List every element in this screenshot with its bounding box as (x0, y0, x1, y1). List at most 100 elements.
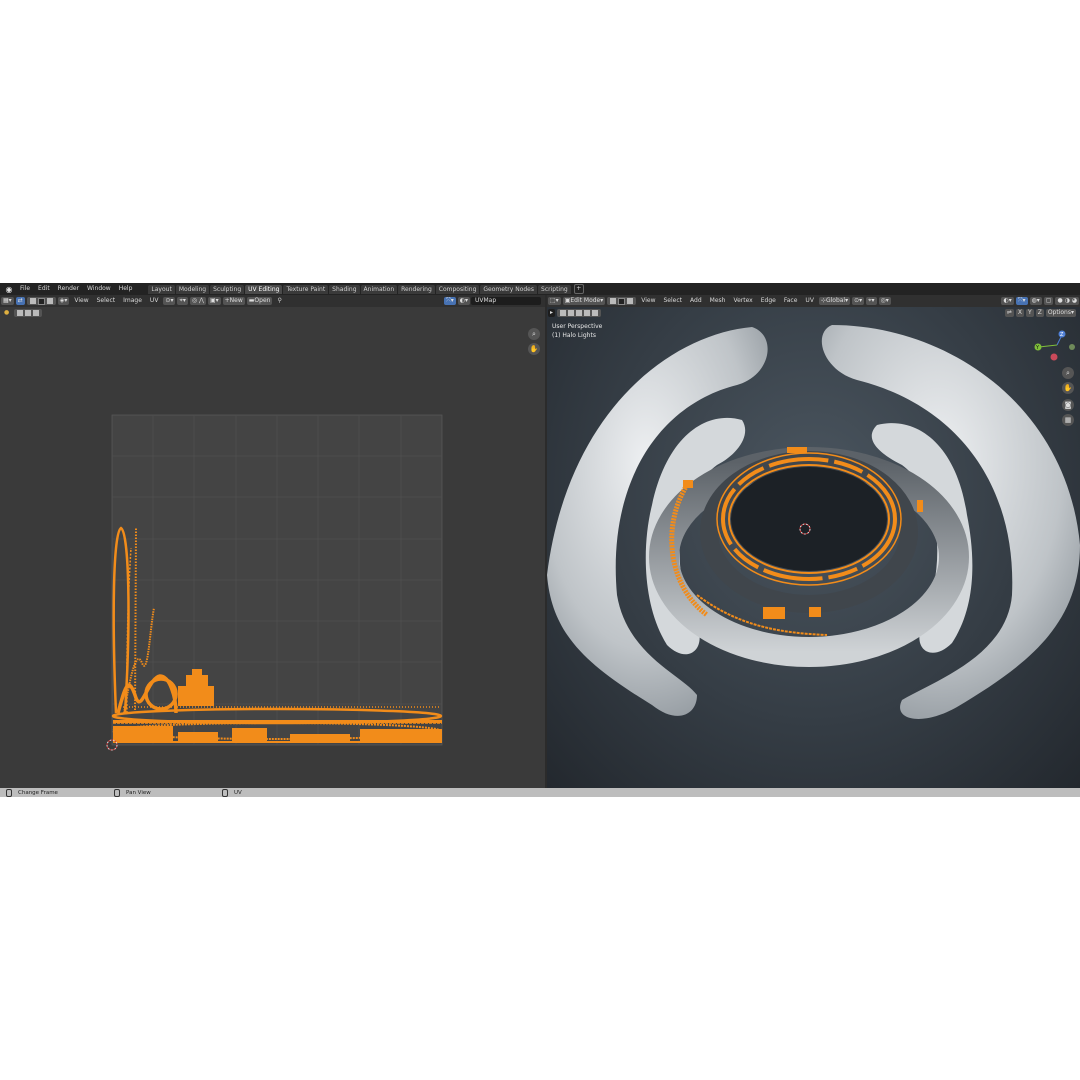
sticky-select-icon[interactable]: ◈▾ (57, 297, 70, 305)
axis-y-toggle[interactable]: Y (1026, 308, 1034, 317)
new-image-label: New (229, 297, 243, 304)
uv-grid (111, 414, 443, 746)
new-image-button[interactable]: + New (222, 297, 245, 305)
view-name-label: User Perspective (552, 323, 603, 330)
vp-zoom-icon[interactable]: ⌕ (1062, 367, 1074, 379)
orientation-label: Global (825, 297, 846, 304)
blender-window: ◉ File Edit Render Window Help Layout Mo… (0, 283, 1080, 797)
tab-scripting[interactable]: Scripting (538, 284, 571, 294)
status-change-frame-label: Change Frame (18, 789, 58, 796)
uv-canvas[interactable] (0, 318, 545, 788)
gizmo-toggle-icon[interactable]: ⤧▾ (1015, 297, 1028, 305)
gizmo-z-label: Z (1060, 332, 1064, 338)
vp-menu-select[interactable]: Select (660, 295, 687, 307)
tab-compositing[interactable]: Compositing (435, 284, 480, 294)
pin-icon[interactable]: ⚲ (273, 295, 285, 307)
tab-rendering[interactable]: Rendering (398, 284, 435, 294)
tab-sculpting[interactable]: Sculpting (210, 284, 245, 294)
halo-light-block-4 (917, 500, 923, 512)
camera-view-icon[interactable]: ◙ (1062, 399, 1074, 411)
tool-sidebar-toggle-icon[interactable]: ● (0, 307, 13, 319)
overlay-icon[interactable]: ◐▾ (457, 297, 470, 305)
xray-icon[interactable]: ▢ (1043, 297, 1054, 305)
viewport-editor-type-icon[interactable]: ⬚▾ (548, 297, 561, 305)
proportional-editing-icon[interactable]: ◎▾ (878, 297, 891, 305)
viewport-scene: Z Y (547, 325, 1080, 719)
menu-render[interactable]: Render (54, 283, 83, 295)
pan-hand-icon[interactable]: ✋ (528, 343, 540, 355)
navigation-gizmo[interactable]: Z Y (1034, 330, 1076, 361)
pivot-point-icon[interactable]: ⊙▾ (852, 297, 865, 305)
object-name-label: (1) Halo Lights (552, 332, 596, 339)
vp-menu-vertex[interactable]: Vertex (729, 295, 756, 307)
proportional-edit-icon[interactable]: ◎ ⋀ (189, 297, 206, 305)
mirror-axis-icon[interactable]: ⇌ (1004, 308, 1014, 317)
workspace-tabs: Layout Modeling Sculpting UV Editing Tex… (148, 283, 584, 295)
mesh-select-mode-icons[interactable] (607, 297, 637, 305)
menu-help[interactable]: Help (115, 283, 137, 295)
uv-editor-header: ▦▾ ⇄ ◈▾ View Select Image UV ⊙▾ ⌖▾ ◎ ⋀ ▣… (0, 295, 545, 307)
transform-orientation-dropdown[interactable]: ⊹ Global ▾ (818, 297, 851, 305)
viewport-header: ⬚▾ ▣ Edit Mode ▾ View Select Add Mesh Ve… (547, 295, 1080, 307)
pivot-icon[interactable]: ⊙▾ (163, 297, 176, 305)
tab-animation[interactable]: Animation (360, 284, 398, 294)
tool-play-icon[interactable]: ▸ (548, 308, 556, 317)
vp-select-mode-icons[interactable] (557, 308, 602, 317)
uv-menu-uv[interactable]: UV (146, 295, 163, 307)
halo-light-block-1 (763, 607, 785, 619)
vp-menu-add[interactable]: Add (686, 295, 706, 307)
axis-z-toggle[interactable]: Z (1035, 308, 1044, 317)
tab-modeling[interactable]: Modeling (175, 284, 210, 294)
tab-geometry-nodes[interactable]: Geometry Nodes (480, 284, 538, 294)
editor-type-icon[interactable]: ▦▾ (1, 297, 14, 305)
perspective-toggle-icon[interactable]: ▦ (1062, 414, 1074, 426)
mode-label: Edit Mode (570, 297, 601, 304)
vp-menu-edge[interactable]: Edge (757, 295, 780, 307)
menu-file[interactable]: File (16, 283, 34, 295)
menu-edit[interactable]: Edit (34, 283, 54, 295)
uv-menu-view[interactable]: View (70, 295, 92, 307)
main-menu: File Edit Render Window Help (16, 283, 136, 295)
center-hole (731, 467, 887, 571)
overlays-icon[interactable]: ◍▾ (1029, 297, 1042, 305)
open-image-button[interactable]: ▬ Open (246, 297, 273, 305)
visibility-icon[interactable]: ◐▾ (1001, 297, 1014, 305)
uv-select-mode-icons[interactable] (14, 308, 43, 317)
vp-menu-view[interactable]: View (637, 295, 659, 307)
mouse-middle-icon (114, 788, 120, 797)
tab-uv-editing[interactable]: UV Editing (245, 284, 283, 294)
status-uv: UV (222, 788, 242, 797)
zoom-icon[interactable]: ⌕ (528, 328, 540, 340)
sync-selection-icon[interactable]: ⇄ (15, 297, 25, 305)
add-workspace-button[interactable]: + (573, 284, 584, 294)
tab-shading[interactable]: Shading (329, 284, 360, 294)
uvmap-field[interactable]: UVMap (471, 297, 541, 305)
mouse-left-icon (6, 788, 12, 797)
snap-icon[interactable]: ⌖▾ (177, 297, 188, 305)
image-browse-icon[interactable]: ▣▾ (207, 297, 221, 305)
blender-logo-icon[interactable]: ◉ (4, 284, 14, 294)
halo-light-block-5 (787, 447, 807, 453)
status-change-frame: Change Frame (6, 788, 58, 797)
vp-menu-mesh[interactable]: Mesh (706, 295, 730, 307)
vp-pan-icon[interactable]: ✋ (1062, 382, 1074, 394)
options-dropdown[interactable]: Options ▾ (1045, 308, 1076, 317)
axis-x-toggle[interactable]: X (1015, 308, 1025, 317)
shading-modes-icon[interactable]: ● ◑ ◕ (1055, 297, 1079, 305)
uv-display-icon[interactable]: ⤧▾ (443, 297, 456, 305)
halo-light-block-2 (809, 607, 821, 617)
vp-menu-face[interactable]: Face (780, 295, 802, 307)
snap-toggle-icon[interactable]: ⌖▾ (866, 297, 877, 305)
tab-layout[interactable]: Layout (148, 284, 175, 294)
tab-texture-paint[interactable]: Texture Paint (283, 284, 329, 294)
mode-dropdown[interactable]: ▣ Edit Mode ▾ (562, 297, 606, 305)
uv-menu-select[interactable]: Select (93, 295, 120, 307)
vp-menu-uv[interactable]: UV (801, 295, 818, 307)
menu-window[interactable]: Window (83, 283, 115, 295)
uv-editor[interactable]: ▦▾ ⇄ ◈▾ View Select Image UV ⊙▾ ⌖▾ ◎ ⋀ ▣… (0, 295, 545, 788)
uv-menu-image[interactable]: Image (119, 295, 146, 307)
3d-viewport[interactable]: Z Y ⬚▾ ▣ Edit Mode ▾ View Select Add Mes… (547, 295, 1080, 788)
status-pan-view: Pan View (114, 788, 151, 797)
top-bar: ◉ File Edit Render Window Help Layout Mo… (0, 283, 1080, 295)
select-mode-icons[interactable] (26, 297, 56, 305)
